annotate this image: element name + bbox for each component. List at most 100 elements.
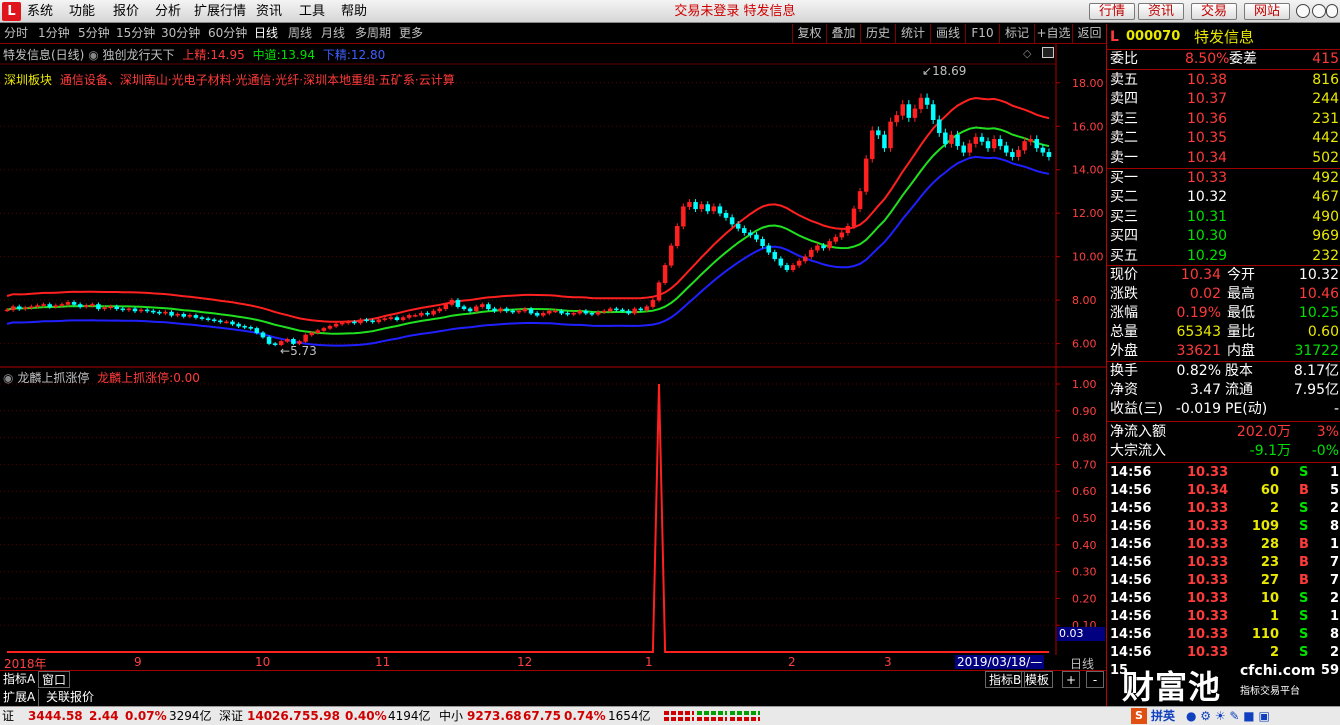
flow-row[interactable]: 大宗流入 -9.1万 -0%: [1107, 442, 1340, 461]
tab-related-quote[interactable]: 关联报价: [43, 689, 97, 706]
period-weekly[interactable]: 周线: [288, 25, 312, 42]
ime-mode[interactable]: 拼英: [1151, 707, 1175, 725]
period-1min[interactable]: 1分钟: [38, 25, 70, 42]
period-multi[interactable]: 多周期: [355, 25, 391, 42]
maximize-icon[interactable]: [1312, 4, 1326, 18]
tick-row[interactable]: 14:56 10.33 110 S 8: [1107, 626, 1340, 644]
close-icon[interactable]: [1326, 4, 1338, 18]
buy-level-1[interactable]: 买一 10.33 492: [1107, 169, 1340, 188]
watermark-site: cfchi.com: [1240, 663, 1316, 679]
f10-button[interactable]: F10: [965, 24, 999, 44]
adjust-button[interactable]: 复权: [792, 24, 826, 44]
low-marker-value: 5.73: [290, 344, 317, 358]
diamond-icon[interactable]: ◇: [1023, 47, 1035, 60]
period-30min[interactable]: 30分钟: [161, 25, 200, 42]
trade-button[interactable]: 交易: [1191, 3, 1237, 20]
brand-watermark: 财富池 cfchi.com 指标交易平台: [1118, 660, 1338, 706]
menu-info[interactable]: 资讯: [256, 3, 282, 20]
menu-quote[interactable]: 报价: [113, 3, 139, 20]
sector-label[interactable]: 深圳板块: [4, 73, 52, 87]
stats-row[interactable]: 现价 10.34 今开 10.32: [1107, 266, 1340, 285]
tick-row[interactable]: 14:56 10.33 109 S 8: [1107, 518, 1340, 536]
index3-pct: 0.74%: [564, 709, 606, 723]
sell-level-4[interactable]: 卖四 10.37 244: [1107, 90, 1340, 109]
sell-level-2[interactable]: 卖二 10.35 442: [1107, 129, 1340, 148]
tick-row[interactable]: 14:56 10.33 2 S 2: [1107, 500, 1340, 518]
stats-row[interactable]: 涨跌 0.02 最高 10.46: [1107, 285, 1340, 304]
menu-tools[interactable]: 工具: [299, 3, 325, 20]
period-60min[interactable]: 60分钟: [208, 25, 247, 42]
stats-row[interactable]: 涨幅 0.19% 最低 10.25: [1107, 304, 1340, 323]
index3-name[interactable]: 中小: [439, 707, 463, 725]
candle-body: [388, 317, 394, 319]
draw-button[interactable]: 画线: [930, 24, 965, 44]
period-more[interactable]: 更多: [399, 25, 423, 42]
flow-row[interactable]: 净流入额 202.0万 3%: [1107, 423, 1340, 442]
website-button[interactable]: 网站: [1244, 3, 1290, 20]
stats-row[interactable]: 外盘 33621 内盘 31722: [1107, 342, 1340, 361]
buy-level-2[interactable]: 买二 10.32 467: [1107, 188, 1340, 207]
candle-body: [10, 306, 16, 311]
buy-volume: 492: [1312, 170, 1339, 186]
sell-level-1[interactable]: 卖一 10.34 502: [1107, 149, 1340, 168]
history-button[interactable]: 历史: [860, 24, 895, 44]
news-button[interactable]: 资讯: [1138, 3, 1184, 20]
mark-button[interactable]: 标记: [999, 24, 1034, 44]
ime-logo-icon[interactable]: S: [1131, 708, 1147, 724]
menu-function[interactable]: 功能: [69, 3, 95, 20]
add-watchlist-button[interactable]: +自选: [1034, 24, 1072, 44]
tab-extension-a[interactable]: 扩展A: [0, 689, 40, 706]
buy-level-4[interactable]: 买四 10.30 969: [1107, 227, 1340, 246]
indicator-settings-icon[interactable]: ◉: [88, 48, 98, 62]
fundamental-row[interactable]: 收益(三) -0.019 PE(动) -: [1107, 400, 1340, 419]
sell-level-5[interactable]: 卖五 10.38 816: [1107, 71, 1340, 90]
period-monthly[interactable]: 月线: [321, 25, 345, 42]
fundamental-row[interactable]: 净资 3.47 流通 7.95亿: [1107, 381, 1340, 400]
tick-row[interactable]: 14:56 10.33 23 B 7: [1107, 554, 1340, 572]
ime-tools-icons[interactable]: ● ⚙ ☀ ✎ ■ ▣: [1186, 707, 1270, 725]
period-daily[interactable]: 日线: [254, 25, 278, 42]
back-button[interactable]: 返回: [1072, 24, 1106, 44]
candle-body: [169, 311, 174, 316]
tick-time: 14:56: [1110, 483, 1152, 498]
tab-indicator-b[interactable]: 指标B: [985, 671, 1026, 688]
buy-level-3[interactable]: 买三 10.31 490: [1107, 208, 1340, 227]
tab-window[interactable]: 窗口: [38, 671, 71, 688]
menu-system[interactable]: 系统: [27, 3, 53, 20]
zoom-in-button[interactable]: +: [1062, 671, 1080, 688]
index2-name[interactable]: 深证: [219, 707, 243, 725]
tick-row[interactable]: 14:56 10.33 0 S 1: [1107, 464, 1340, 482]
period-15min[interactable]: 15分钟: [116, 25, 155, 42]
sell-level-3[interactable]: 卖三 10.36 231: [1107, 110, 1340, 129]
tick-row[interactable]: 14:56 10.33 1 S 1: [1107, 608, 1340, 626]
indicator-name[interactable]: 独创龙行天下: [103, 48, 175, 62]
window-toggle-icon[interactable]: [1042, 47, 1054, 58]
indicator2-settings-icon[interactable]: ◉: [3, 371, 13, 385]
menu-help[interactable]: 帮助: [341, 3, 367, 20]
period-5min[interactable]: 5分钟: [78, 25, 110, 42]
candle-body: [754, 234, 759, 240]
indicator2-value: 0.00: [173, 371, 200, 385]
buy-level-5[interactable]: 买五 10.29 232: [1107, 247, 1340, 266]
price-tick-label: 6.00: [1072, 338, 1097, 351]
menu-ext-market[interactable]: 扩展行情: [194, 3, 246, 20]
period-intraday[interactable]: 分时: [4, 25, 28, 42]
tick-row[interactable]: 14:56 10.33 10 S 2: [1107, 590, 1340, 608]
tick-row[interactable]: 14:56 10.34 60 B 5: [1107, 482, 1340, 500]
tick-row[interactable]: 14:56 10.33 27 B 7: [1107, 572, 1340, 590]
minimize-icon[interactable]: [1296, 4, 1310, 18]
tick-row[interactable]: 14:56 10.33 28 B 1: [1107, 536, 1340, 554]
overlay-button[interactable]: 叠加: [826, 24, 860, 44]
tab-template[interactable]: 模板: [1021, 671, 1054, 688]
stats-row[interactable]: 总量 65343 量比 0.60: [1107, 323, 1340, 342]
quote-button[interactable]: 行情: [1089, 3, 1135, 20]
indicator2-header: ◉ 龙麟上抓涨停 龙麟上抓涨停:0.00: [3, 369, 200, 386]
sell-level-label: 卖二: [1110, 130, 1138, 147]
zoom-out-button[interactable]: -: [1086, 671, 1104, 688]
indicator2-title[interactable]: 龙麟上抓涨停: [17, 371, 89, 385]
stats-button[interactable]: 统计: [895, 24, 930, 44]
index1-name[interactable]: 证: [2, 707, 14, 725]
kline-chart-area[interactable]: 18.0016.0014.0012.0010.008.006.001.000.9…: [0, 44, 1106, 684]
menu-analysis[interactable]: 分析: [155, 3, 181, 20]
fundamental-row[interactable]: 换手 0.82% 股本 8.17亿: [1107, 362, 1340, 381]
